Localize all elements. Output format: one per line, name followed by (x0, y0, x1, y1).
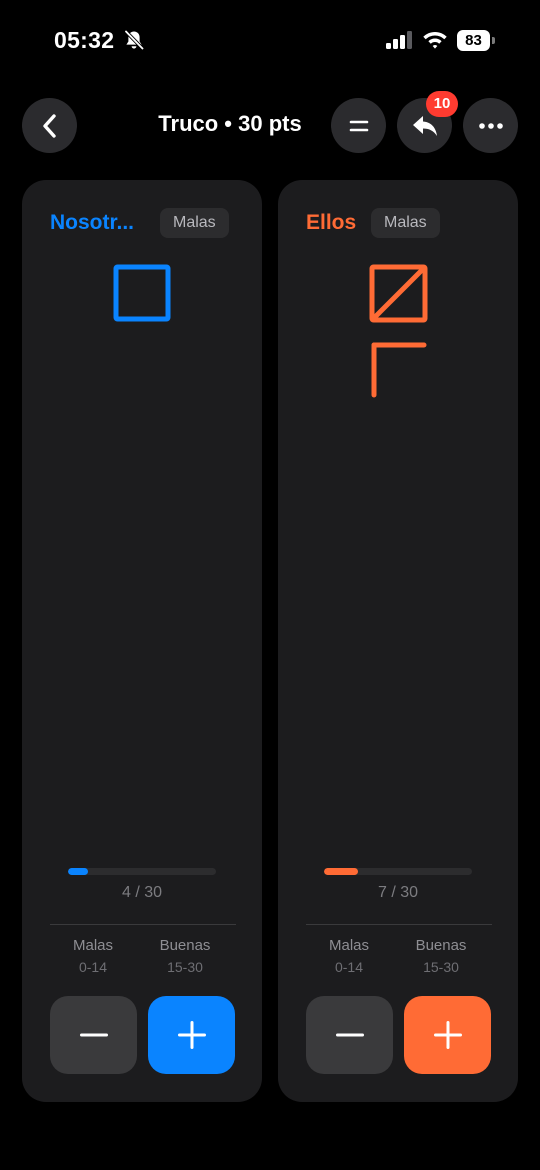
battery-level: 83 (465, 32, 482, 49)
malas-label: Malas (72, 937, 113, 954)
progress-bar-nosotros (68, 868, 216, 875)
battery-indicator: 83 (457, 30, 495, 51)
ellipsis-icon (478, 122, 503, 129)
score-text-ellos: 7 / 30 (377, 884, 419, 901)
equal-icon (349, 120, 368, 131)
wifi-icon (423, 32, 447, 49)
chevron-left-icon (42, 113, 56, 138)
minus-icon (335, 1033, 364, 1037)
status-bar: 05:32 83 (0, 0, 540, 80)
status-time: 05:32 (54, 27, 115, 53)
increment-button-ellos[interactable] (404, 996, 491, 1074)
buenas-range: 15-30 (423, 959, 459, 975)
plus-icon (433, 1021, 462, 1049)
phase-chip-nosotros: Malas (160, 208, 229, 238)
buenas-range: 15-30 (167, 959, 203, 975)
back-button[interactable] (22, 98, 77, 153)
minus-icon (79, 1033, 108, 1037)
score-text-nosotros: 4 / 30 (121, 884, 163, 901)
undo-count-badge: 10 (426, 91, 458, 117)
increment-button-nosotros[interactable] (148, 996, 235, 1074)
progress-bar-ellos (324, 868, 472, 875)
tally-marks-ellos (369, 264, 428, 398)
team-name-nosotros[interactable]: Nosotr... (50, 211, 134, 235)
malas-label: Malas (328, 937, 369, 954)
phase-chip-ellos: Malas (371, 208, 440, 238)
divider (306, 924, 492, 925)
cellular-signal-icon (386, 31, 412, 49)
buenas-label: Buenas (159, 937, 211, 954)
more-options-button[interactable] (463, 98, 518, 153)
malas-range: 0-14 (334, 959, 364, 975)
progress-fill-ellos (324, 868, 359, 875)
equal-button[interactable] (331, 98, 386, 153)
decrement-button-nosotros[interactable] (50, 996, 137, 1074)
divider (50, 924, 236, 925)
progress-fill-nosotros (68, 868, 88, 875)
decrement-button-ellos[interactable] (306, 996, 393, 1074)
plus-icon (177, 1021, 206, 1049)
game-title: Truco • 30 pts (158, 111, 302, 136)
team-name-ellos[interactable]: Ellos (306, 211, 356, 235)
tally-marks-nosotros (113, 264, 171, 322)
malas-range: 0-14 (78, 959, 108, 975)
bell-slash-icon (124, 29, 145, 51)
buenas-label: Buenas (415, 937, 467, 954)
